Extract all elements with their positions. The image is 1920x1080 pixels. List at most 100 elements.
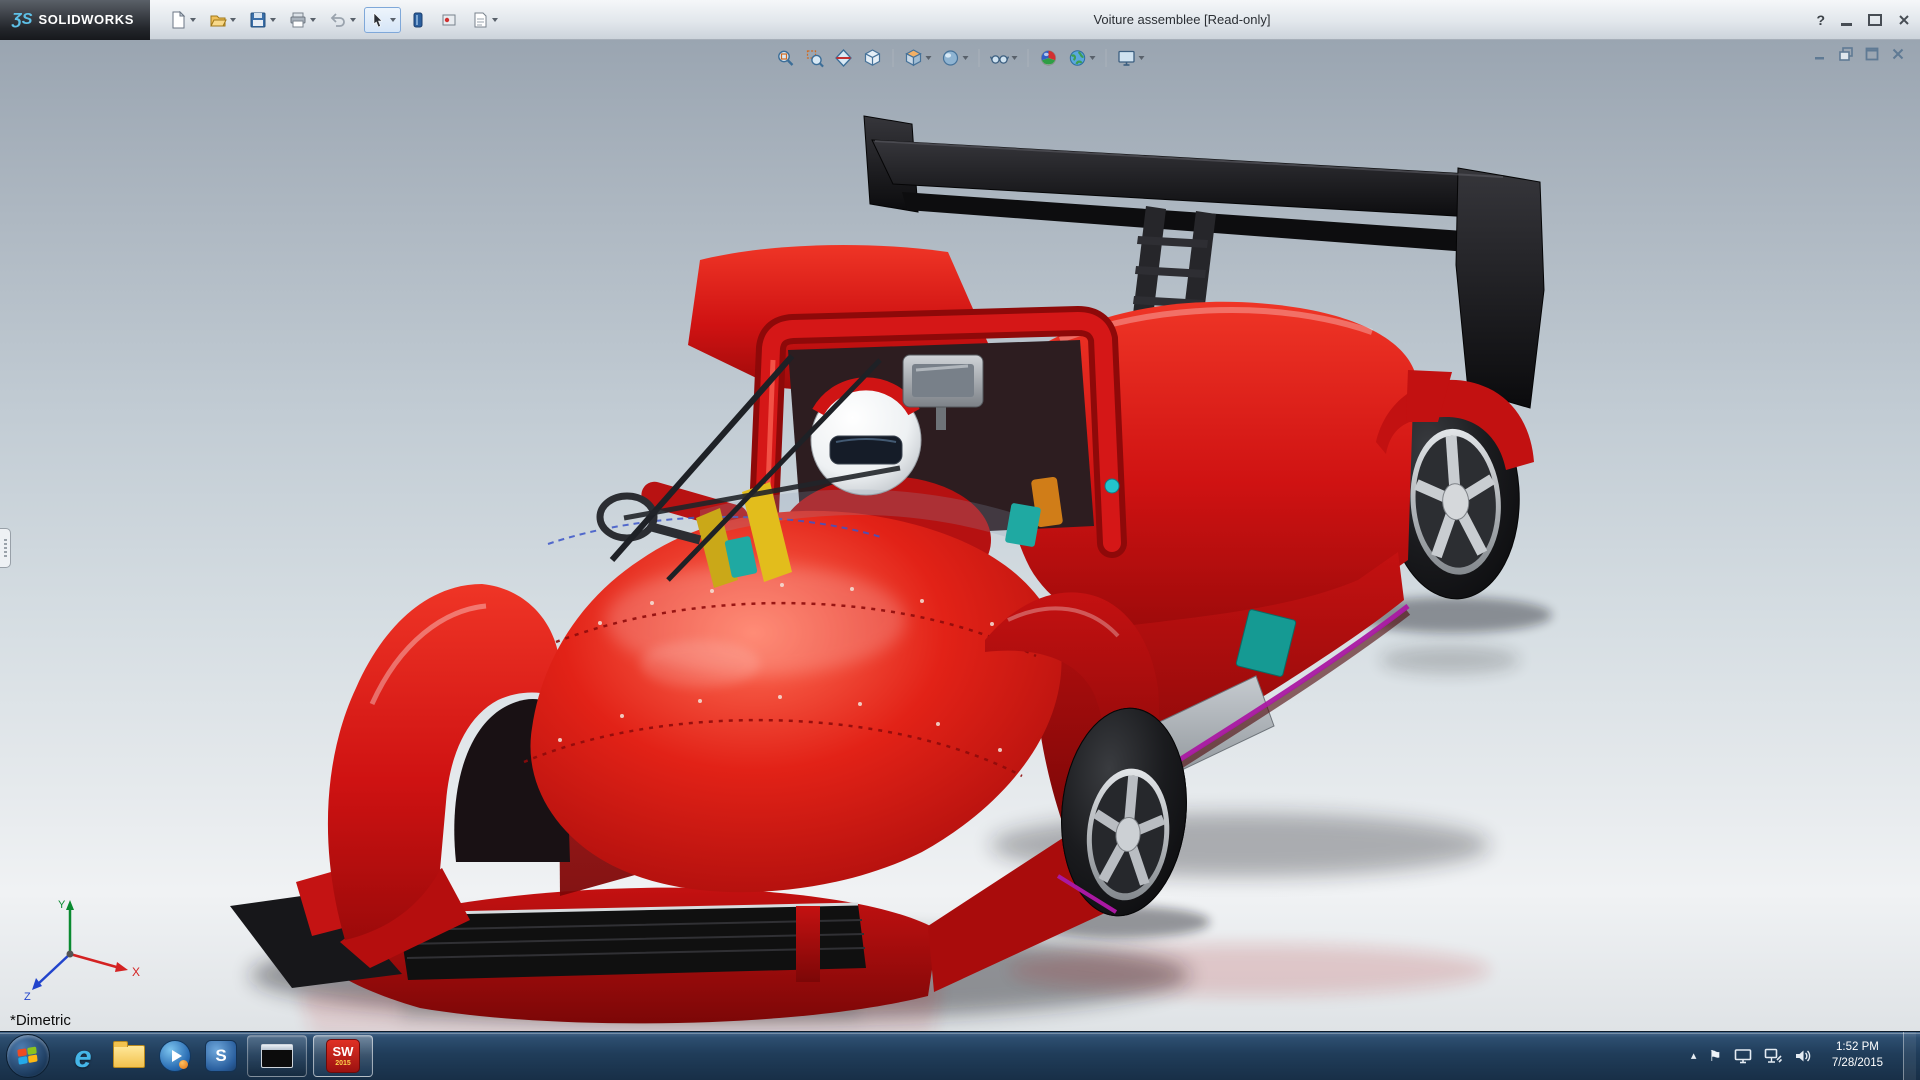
open-button[interactable] xyxy=(204,7,241,33)
3d-model-race-car xyxy=(0,40,1920,1031)
solidworks-logo: ƷS SOLIDWORKS xyxy=(0,0,150,40)
standard-toolbar xyxy=(164,7,503,33)
zoom-to-fit-button[interactable] xyxy=(774,46,798,70)
clock-time: 1:52 PM xyxy=(1832,1040,1883,1056)
minimize-button[interactable] xyxy=(1841,23,1852,26)
chevron-down-icon xyxy=(963,56,969,60)
hide-show-items-button[interactable] xyxy=(988,46,1020,70)
network-icon[interactable] xyxy=(1764,1048,1782,1064)
taskbar-windows-explorer[interactable] xyxy=(108,1035,150,1077)
options-button[interactable] xyxy=(435,7,463,33)
undo-button[interactable] xyxy=(324,7,361,33)
zoom-to-area-button[interactable] xyxy=(803,46,827,70)
display-style-icon xyxy=(941,48,961,68)
file-properties-button[interactable] xyxy=(466,7,503,33)
select-cursor-icon xyxy=(369,11,387,29)
taskbar-clock[interactable]: 1:52 PM 7/28/2015 xyxy=(1824,1040,1891,1071)
chevron-down-icon xyxy=(190,18,196,22)
feature-panel-splitter-tab[interactable] xyxy=(0,528,11,568)
volume-icon[interactable] xyxy=(1794,1048,1812,1064)
taskbar-command-prompt[interactable] xyxy=(247,1035,307,1077)
section-view-button[interactable] xyxy=(832,46,856,70)
help-button[interactable]: ? xyxy=(1816,12,1825,28)
window-title: Voiture assemblee [Read-only] xyxy=(1093,0,1270,40)
graphics-area[interactable]: Y X Z *Dimetric xyxy=(0,40,1920,1031)
window-controls: ? xyxy=(1816,0,1910,40)
select-tool-button[interactable] xyxy=(364,7,401,33)
view-heads-up-toolbar xyxy=(766,44,1155,72)
toolbar-separator xyxy=(1106,49,1107,67)
solidworks-window: ƷS SOLIDWORKS xyxy=(0,0,1920,1080)
doc-close-icon[interactable] xyxy=(1890,46,1906,62)
titlebar: ƷS SOLIDWORKS xyxy=(0,0,1920,40)
maximize-button[interactable] xyxy=(1868,14,1882,26)
chevron-down-icon xyxy=(1012,56,1018,60)
show-desktop-button[interactable] xyxy=(1903,1032,1916,1080)
doc-maximize-icon[interactable] xyxy=(1864,46,1880,62)
view-orientation-button[interactable] xyxy=(902,46,934,70)
brand-name: SOLIDWORKS xyxy=(38,12,134,27)
zoom-to-area-icon xyxy=(805,48,825,68)
folder-icon xyxy=(113,1045,145,1068)
view-orientation-label: *Dimetric xyxy=(10,1012,71,1029)
edit-color-icon xyxy=(409,11,427,29)
save-icon xyxy=(249,11,267,29)
doc-restore-icon[interactable] xyxy=(1838,46,1854,62)
chevron-down-icon xyxy=(270,18,276,22)
new-document-button[interactable] xyxy=(164,7,201,33)
toolbar-separator xyxy=(893,49,894,67)
undo-icon xyxy=(329,11,347,29)
taskbar-internet-explorer[interactable]: e xyxy=(62,1035,104,1077)
system-tray: ▴ ⚑ 1:52 PM 7/28/2015 xyxy=(1691,1032,1920,1080)
solidworks-2015-icon: SW 2015 xyxy=(326,1039,360,1073)
chevron-down-icon xyxy=(926,56,932,60)
print-icon xyxy=(289,11,307,29)
edit-appearance-icon xyxy=(1039,48,1059,68)
3d-drawing-view-button[interactable] xyxy=(861,46,885,70)
section-view-icon xyxy=(834,48,854,68)
document-window-controls xyxy=(1812,46,1906,62)
zoom-to-fit-icon xyxy=(776,48,796,68)
doc-minimize-icon[interactable] xyxy=(1812,46,1828,62)
hide-show-items-icon xyxy=(990,48,1010,68)
clock-date: 7/28/2015 xyxy=(1832,1056,1883,1072)
taskbar-solidworks-2015[interactable]: SW 2015 xyxy=(313,1035,373,1077)
internet-explorer-icon: e xyxy=(74,1041,91,1072)
dassault-3ds-logo-icon: ƷS xyxy=(12,12,32,28)
save-button[interactable] xyxy=(244,7,281,33)
3d-drawing-view-icon xyxy=(863,48,883,68)
command-prompt-icon xyxy=(261,1044,293,1068)
triad-z-label: Z xyxy=(24,991,31,1003)
taskbar-media-player[interactable] xyxy=(154,1035,196,1077)
edit-appearance-button[interactable] xyxy=(1037,46,1061,70)
view-orientation-icon xyxy=(904,48,924,68)
view-settings-button[interactable] xyxy=(1115,46,1147,70)
apply-scene-icon xyxy=(1068,48,1088,68)
view-settings-icon xyxy=(1117,48,1137,68)
display-device-icon[interactable] xyxy=(1734,1048,1752,1064)
show-hidden-icons-button[interactable]: ▴ xyxy=(1691,1051,1697,1062)
toolbar-separator xyxy=(979,49,980,67)
media-player-icon xyxy=(159,1040,191,1072)
open-folder-icon xyxy=(209,11,227,29)
taskbar-solidworks-launcher[interactable]: S xyxy=(200,1035,242,1077)
chevron-down-icon xyxy=(310,18,316,22)
close-button[interactable] xyxy=(1898,14,1910,26)
chevron-down-icon xyxy=(390,18,396,22)
apply-scene-button[interactable] xyxy=(1066,46,1098,70)
edit-color-button[interactable] xyxy=(404,7,432,33)
solidworks-blue-icon: S xyxy=(205,1040,237,1072)
triad-y-label: Y xyxy=(58,899,66,911)
new-document-icon xyxy=(169,11,187,29)
print-button[interactable] xyxy=(284,7,321,33)
chevron-down-icon xyxy=(1139,56,1145,60)
triad-x-label: X xyxy=(132,965,140,979)
file-properties-icon xyxy=(471,11,489,29)
action-center-flag-icon[interactable]: ⚑ xyxy=(1708,1049,1721,1064)
splitter-grip-icon xyxy=(4,539,7,557)
display-style-button[interactable] xyxy=(939,46,971,70)
windows-logo-icon xyxy=(17,1046,38,1065)
start-button[interactable] xyxy=(6,1034,50,1078)
orientation-triad[interactable]: Y X Z xyxy=(22,892,146,1004)
chevron-down-icon xyxy=(350,18,356,22)
